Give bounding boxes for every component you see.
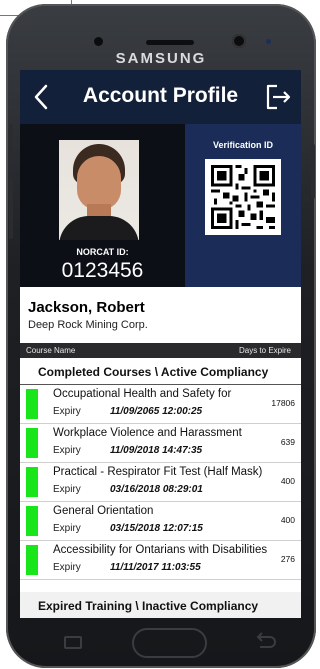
expiry-label: Expiry	[53, 484, 81, 495]
logout-button[interactable]	[263, 82, 293, 112]
user-company: Deep Rock Mining Corp.	[28, 319, 148, 331]
section-expired-training[interactable]: Expired Training \ Inactive Compliancy	[20, 592, 301, 618]
sensor-icon	[94, 37, 103, 46]
status-indicator	[26, 467, 38, 497]
status-indicator	[26, 545, 38, 575]
status-indicator	[26, 506, 38, 536]
section-active-compliancy[interactable]: Completed Courses \ Active Compliancy	[20, 358, 301, 385]
days-to-expire: 276	[280, 554, 295, 564]
volume-up-button	[9, 124, 13, 164]
nav-back-icon[interactable]	[252, 630, 278, 650]
profile-photo	[59, 140, 139, 240]
course-row[interactable]: Workplace Violence and Harassment Expiry…	[20, 424, 301, 463]
table-header: Course Name Days to Expire	[20, 343, 301, 358]
status-indicator	[26, 428, 38, 458]
device-brand: SAMSUNG	[115, 50, 207, 67]
expiry-label: Expiry	[53, 445, 81, 456]
column-days-to-expire: Days to Expire	[238, 346, 291, 355]
expiry-date: 11/09/2065 12:00:25	[110, 406, 203, 417]
course-name: Workplace Violence and Harassment	[53, 427, 242, 439]
power-button	[311, 144, 315, 199]
iris-sensor-icon	[266, 39, 271, 44]
logout-icon	[266, 84, 291, 110]
page-title: Account Profile	[82, 84, 239, 107]
course-row[interactable]: Accessibility for Ontarians with Disabil…	[20, 541, 301, 580]
volume-down-button	[9, 179, 13, 239]
course-name: Practical - Respirator Fit Test (Half Ma…	[53, 466, 263, 478]
expiry-label: Expiry	[53, 523, 81, 534]
expiry-date: 03/15/2018 12:07:15	[110, 523, 203, 534]
expiry-label: Expiry	[53, 562, 81, 573]
expiry-label: Expiry	[53, 406, 81, 417]
user-name: Jackson, Robert	[28, 299, 145, 316]
course-name: Occupational Health and Safety for	[53, 388, 232, 400]
course-row[interactable]: General Orientation Expiry 03/15/2018 12…	[20, 502, 301, 541]
earpiece-speaker	[146, 40, 194, 45]
norcat-id-label: NORCAT ID:	[76, 247, 129, 257]
id-photo-panel: NORCAT ID: 0123456	[20, 124, 185, 287]
course-row[interactable]: Practical - Respirator Fit Test (Half Ma…	[20, 463, 301, 502]
status-indicator	[26, 389, 38, 419]
course-row[interactable]: Occupational Health and Safety for Expir…	[20, 385, 301, 424]
column-course-name: Course Name	[26, 346, 76, 355]
verification-panel: Verification ID	[185, 124, 301, 287]
home-button[interactable]	[132, 628, 207, 658]
norcat-id-value: 0123456	[61, 259, 144, 282]
course-name: General Orientation	[53, 505, 154, 517]
course-name: Accessibility for Ontarians with Disabil…	[53, 544, 268, 556]
id-card: NORCAT ID: 0123456 Verification ID	[20, 124, 301, 287]
qr-code-icon[interactable]	[205, 159, 281, 235]
verification-id-label: Verification ID	[212, 140, 274, 150]
user-info: Jackson, Robert Deep Rock Mining Corp.	[20, 287, 301, 343]
expiry-date: 03/16/2018 08:29:01	[110, 484, 203, 495]
days-to-expire: 639	[280, 437, 295, 447]
days-to-expire: 17806	[271, 398, 295, 408]
expiry-date: 11/09/2018 14:47:35	[110, 445, 203, 456]
days-to-expire: 400	[280, 476, 295, 486]
expiry-date: 11/11/2017 11:03:55	[110, 562, 201, 573]
app-header: Account Profile	[20, 70, 301, 124]
app-screen: Account Profile NORCAT ID: 0123456 Verif…	[20, 70, 301, 618]
days-to-expire: 400	[280, 515, 295, 525]
recent-apps-icon[interactable]	[64, 636, 82, 649]
front-camera-icon	[232, 34, 246, 48]
